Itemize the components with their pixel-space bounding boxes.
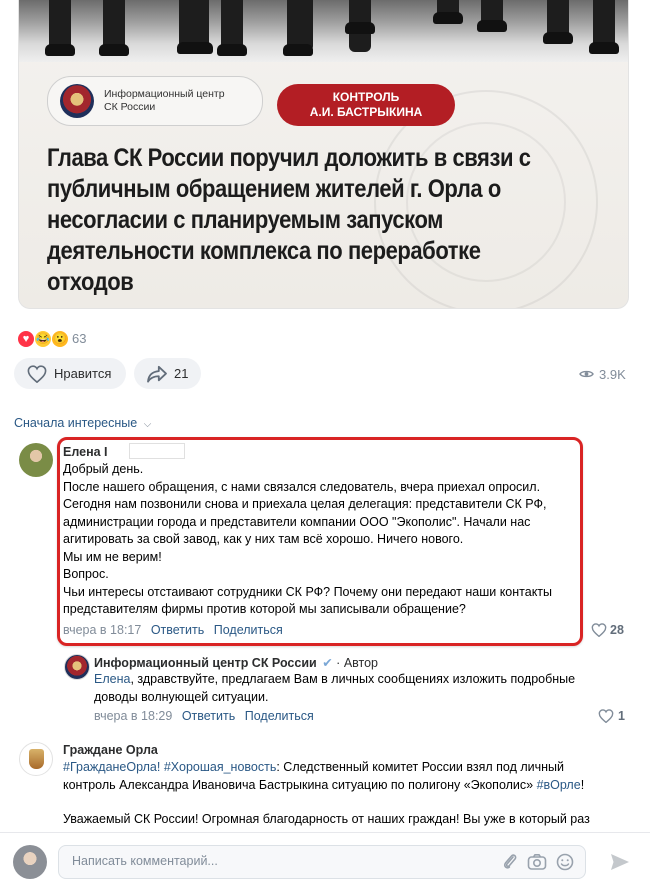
highlight-frame — [57, 437, 583, 646]
like-button[interactable]: Нравится — [14, 358, 126, 389]
control-line1: КОНТРОЛЬ — [332, 90, 400, 104]
verified-icon: ✔ — [322, 656, 333, 670]
reply-author-name: Информационный центр СК России — [94, 656, 317, 670]
author-badge: Автор — [343, 656, 379, 670]
addressee-link[interactable]: Елена — [94, 672, 130, 686]
control-pill: КОНТРОЛЬ А.И. БАСТРЫКИНА — [277, 84, 455, 126]
comment-fragment: : Следственный комитет России взял под л… — [276, 760, 565, 774]
reply-meta: вчера в 18:29 Ответить Поделиться — [94, 709, 314, 723]
comment-text: #ГражданеОрла! #Хорошая_новость: Следств… — [63, 759, 633, 829]
send-icon[interactable] — [609, 851, 631, 873]
heart-outline-icon — [27, 365, 47, 383]
hashtag-link[interactable]: #Хорошая_новость — [164, 760, 277, 774]
emoji-icon[interactable] — [556, 853, 574, 871]
reply-text: Елена, здравствуйте, предлагаем Вам в ли… — [94, 671, 594, 706]
chevron-down-icon: ⌵ — [143, 419, 152, 430]
share-comment-button[interactable]: Поделиться — [245, 709, 314, 723]
photo-strip — [19, 0, 628, 62]
heart-icon: ♥ — [18, 331, 34, 347]
reply-line2: доводы волнующей ситуации. — [94, 689, 269, 704]
info-center-badge: Информационный центр СК России — [47, 76, 263, 126]
hashtag-link[interactable]: #вОрле — [537, 778, 581, 792]
control-line2: А.И. БАСТРЫКИНА — [309, 105, 423, 119]
current-user-avatar[interactable] — [13, 845, 47, 879]
reply-line1: , здравствуйте, предлагаем Вам в личных … — [130, 672, 576, 686]
reply-time[interactable]: вчера в 18:29 — [94, 709, 172, 723]
badge-line2: СК России — [104, 101, 156, 113]
comment-fragment: контроль Александра Ивановича Бастрыкина… — [63, 777, 537, 792]
badge-line1: Информационный центр — [104, 88, 225, 100]
heart-outline-icon — [598, 709, 614, 723]
info-center-badge-text: Информационный центр СК России — [104, 88, 254, 114]
eye-icon — [579, 370, 594, 378]
comment-like-count: 28 — [610, 623, 624, 637]
post-headline: Глава СК России поручил доложить в связи… — [47, 144, 531, 296]
comment-fragment: Уважаемый СК России! Огромная благодарно… — [63, 812, 590, 826]
share-count: 21 — [174, 366, 189, 381]
sk-emblem-icon — [60, 84, 94, 118]
wow-icon: 😮 — [52, 331, 68, 347]
comment-fragment: ! — [580, 777, 585, 792]
avatar[interactable] — [19, 443, 53, 477]
reply-author[interactable]: Информационный центр СК России ✔ · Автор — [94, 655, 378, 670]
reactions-count: 63 — [72, 331, 87, 346]
comments-sort-dropdown[interactable]: Сначала интересные ⌵ — [14, 416, 151, 430]
heart-outline-icon — [591, 623, 607, 637]
reply-button[interactable]: Ответить — [182, 709, 235, 723]
hashtag-link[interactable]: #ГражданеОрла! — [63, 760, 160, 774]
avatar[interactable] — [64, 654, 90, 680]
reply-like-count: 1 — [618, 709, 625, 723]
paperclip-icon[interactable] — [502, 853, 518, 871]
comment-author[interactable]: Граждане Орла — [63, 743, 158, 757]
like-label: Нравится — [54, 366, 112, 381]
post-image[interactable]: Информационный центр СК России КОНТРОЛЬ … — [18, 0, 629, 309]
sort-label: Сначала интересные — [14, 416, 138, 430]
share-arrow-icon — [147, 365, 167, 383]
avatar[interactable] — [19, 742, 53, 776]
camera-icon[interactable] — [527, 853, 547, 871]
views-count: 3.9K — [599, 367, 626, 382]
laugh-icon: 😂 — [35, 331, 51, 347]
share-button[interactable]: 21 — [134, 358, 201, 389]
comment-placeholder: Написать комментарий... — [72, 854, 218, 868]
